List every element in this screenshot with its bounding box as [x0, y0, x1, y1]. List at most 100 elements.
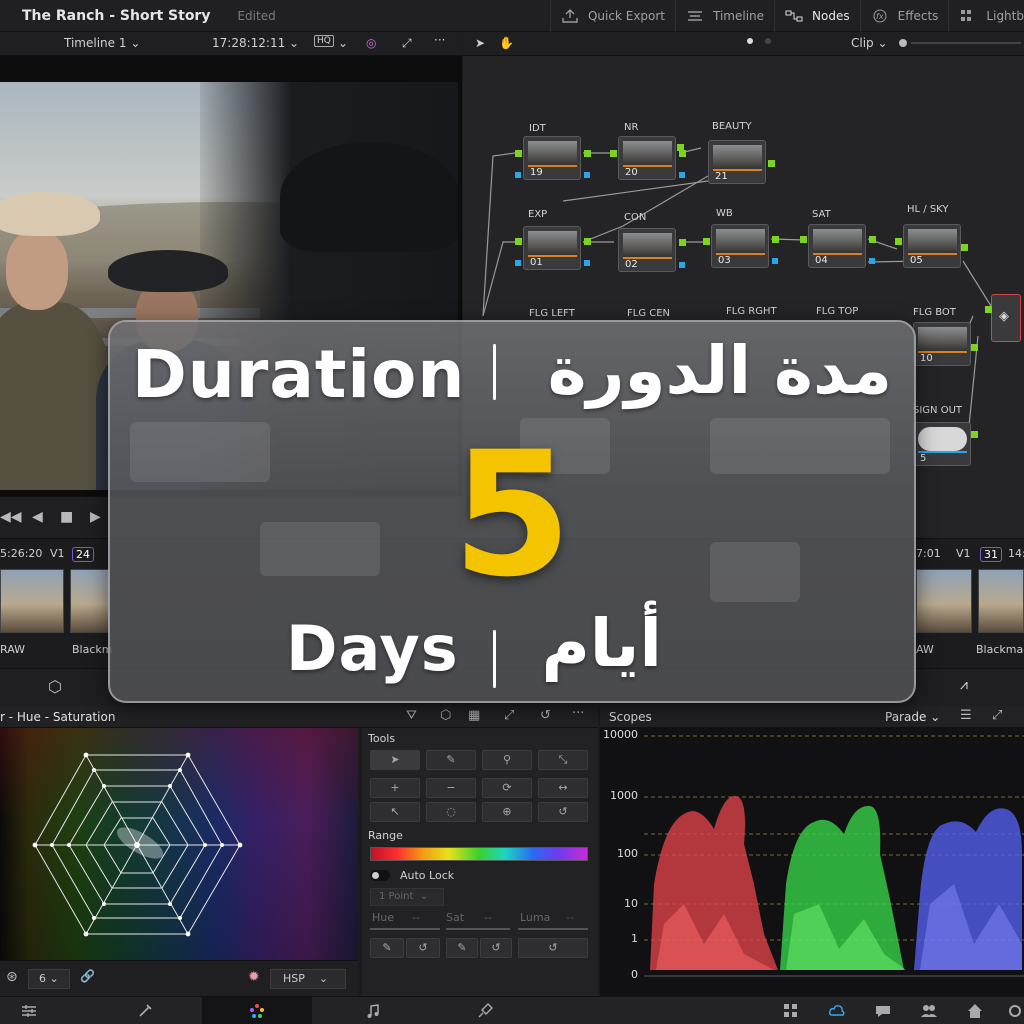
rewind-icon[interactable]: ◀◀	[0, 509, 22, 525]
rotate-button[interactable]: ⟳	[482, 778, 532, 798]
hq-badge[interactable]: HQ	[314, 35, 334, 47]
settings-icon[interactable]	[1006, 1002, 1024, 1020]
hue-picker-button[interactable]: ✎	[370, 938, 404, 958]
fusion-page-icon[interactable]	[136, 1002, 154, 1020]
scopes-icon[interactable]: ⩘	[960, 677, 968, 693]
picker-tool-button[interactable]: ✎	[426, 750, 476, 770]
link-icon[interactable]: 🔗	[80, 969, 95, 983]
effects-button[interactable]: fx Effects	[859, 0, 949, 32]
users-icon[interactable]	[920, 1002, 938, 1020]
output-port[interactable]	[961, 244, 968, 251]
color-space-select[interactable]: HSP ⌄	[270, 969, 346, 989]
clip-thumbnail[interactable]	[916, 569, 972, 633]
clip-thumbnail[interactable]	[70, 569, 110, 633]
node-flg-bot[interactable]: 10	[913, 322, 971, 366]
reset-icon[interactable]: ↺	[540, 708, 551, 723]
key-port[interactable]	[679, 262, 685, 268]
color-page-icon[interactable]	[248, 1002, 266, 1020]
node-idt[interactable]: 19	[523, 136, 581, 180]
grid-icon[interactable]: ▦	[468, 708, 480, 723]
node-exp[interactable]: 01	[523, 226, 581, 270]
timeline-selector[interactable]: Timeline 1 ⌄	[64, 36, 140, 50]
expand-icon[interactable]: ⤢	[402, 36, 412, 51]
softness-select[interactable]: 6 ⌄	[28, 969, 70, 989]
select-button[interactable]: ↖	[370, 802, 420, 822]
node-nr[interactable]: 20	[618, 136, 676, 180]
output-port[interactable]	[584, 150, 591, 157]
auto-lock-toggle[interactable]	[370, 870, 390, 881]
timecode-display[interactable]: 17:28:12:11 ⌄	[212, 36, 299, 50]
hue-slider[interactable]	[370, 928, 440, 930]
play-icon[interactable]: ▶	[90, 509, 101, 525]
output-port[interactable]	[772, 236, 779, 243]
hexagon-icon[interactable]: ⬡	[440, 708, 451, 723]
cloud-icon[interactable]	[828, 1002, 846, 1020]
key-port[interactable]	[772, 258, 778, 264]
pointer-tool-button[interactable]: ➤	[370, 750, 420, 770]
reverse-play-icon[interactable]: ◀	[32, 509, 43, 525]
target-button[interactable]: ⊕	[482, 802, 532, 822]
stop-icon[interactable]: ■	[60, 509, 73, 525]
chevron-down-icon[interactable]: ⌄	[338, 36, 348, 50]
sat-slider[interactable]	[446, 928, 510, 930]
node-output[interactable]: ◈	[991, 294, 1021, 342]
sliders-icon[interactable]: ☰	[960, 708, 972, 723]
output-port[interactable]	[971, 344, 978, 351]
luma-slider[interactable]	[518, 928, 588, 930]
pin-tool-button[interactable]: ⚲	[482, 750, 532, 770]
more-options-icon[interactable]: ···	[572, 706, 584, 721]
node-sat[interactable]: 04	[808, 224, 866, 268]
qualifier-icon[interactable]: ⬡	[48, 677, 62, 696]
input-port[interactable]	[895, 238, 902, 245]
luma-reset-button[interactable]: ↺	[518, 938, 588, 958]
input-port[interactable]	[515, 238, 522, 245]
input-port[interactable]	[703, 238, 710, 245]
output-port[interactable]	[679, 239, 686, 246]
reset-tool-button[interactable]: ↺	[538, 802, 588, 822]
node-hl-sky[interactable]: 05	[903, 224, 961, 268]
fairlight-page-icon[interactable]	[364, 1002, 382, 1020]
scope-mode-select[interactable]: Parade ⌄	[885, 710, 940, 724]
picker-icon[interactable]: ⛛	[406, 708, 417, 723]
collapse-tool-button[interactable]: ⤡	[538, 750, 588, 770]
hue-saturation-graph[interactable]	[0, 728, 358, 960]
clip-thumbnail[interactable]	[978, 569, 1024, 633]
output-port[interactable]	[768, 160, 775, 167]
sat-reset-button[interactable]: ↺	[480, 938, 512, 958]
more-options-icon[interactable]: ···	[434, 33, 445, 47]
project-manager-icon[interactable]	[782, 1002, 800, 1020]
output-port[interactable]	[679, 150, 686, 157]
output-port[interactable]	[971, 431, 978, 438]
node-wb[interactable]: 03	[711, 224, 769, 268]
lasso-button[interactable]: ◌	[426, 802, 476, 822]
quick-export-button[interactable]: Quick Export	[549, 0, 675, 32]
output-input-port[interactable]	[985, 306, 992, 313]
spread-button[interactable]: ↔	[538, 778, 588, 798]
key-port[interactable]	[869, 258, 875, 264]
zoom-slider-track[interactable]	[911, 42, 1021, 44]
point-select[interactable]: 1 Point ⌄	[370, 888, 444, 906]
timeline-button[interactable]: Timeline	[675, 0, 774, 32]
node-beauty[interactable]: 21	[708, 140, 766, 184]
page-dot[interactable]	[765, 38, 771, 44]
chat-icon[interactable]	[874, 1002, 892, 1020]
key-port[interactable]	[584, 172, 590, 178]
input-port[interactable]	[515, 150, 522, 157]
deliver-page-icon[interactable]	[476, 1002, 494, 1020]
input-port[interactable]	[800, 236, 807, 243]
input-port[interactable]	[610, 150, 617, 157]
page-dot-active[interactable]	[747, 38, 753, 44]
clip-thumbnail[interactable]	[0, 569, 64, 633]
output-port[interactable]	[869, 236, 876, 243]
lightbox-button[interactable]: Lightb	[948, 0, 1024, 32]
node-sign-out[interactable]: 5	[913, 422, 971, 466]
clip-mode-selector[interactable]: Clip ⌄	[851, 36, 888, 50]
add-point-button[interactable]: +	[370, 778, 420, 798]
key-port[interactable]	[584, 260, 590, 266]
nodes-button[interactable]: Nodes	[774, 0, 860, 32]
expand-icon[interactable]: ⤢	[992, 708, 1002, 723]
zoom-slider-handle[interactable]	[899, 39, 907, 47]
home-icon[interactable]	[966, 1002, 984, 1020]
range-color-bar[interactable]	[370, 847, 588, 861]
node-con[interactable]: 02	[618, 228, 676, 272]
